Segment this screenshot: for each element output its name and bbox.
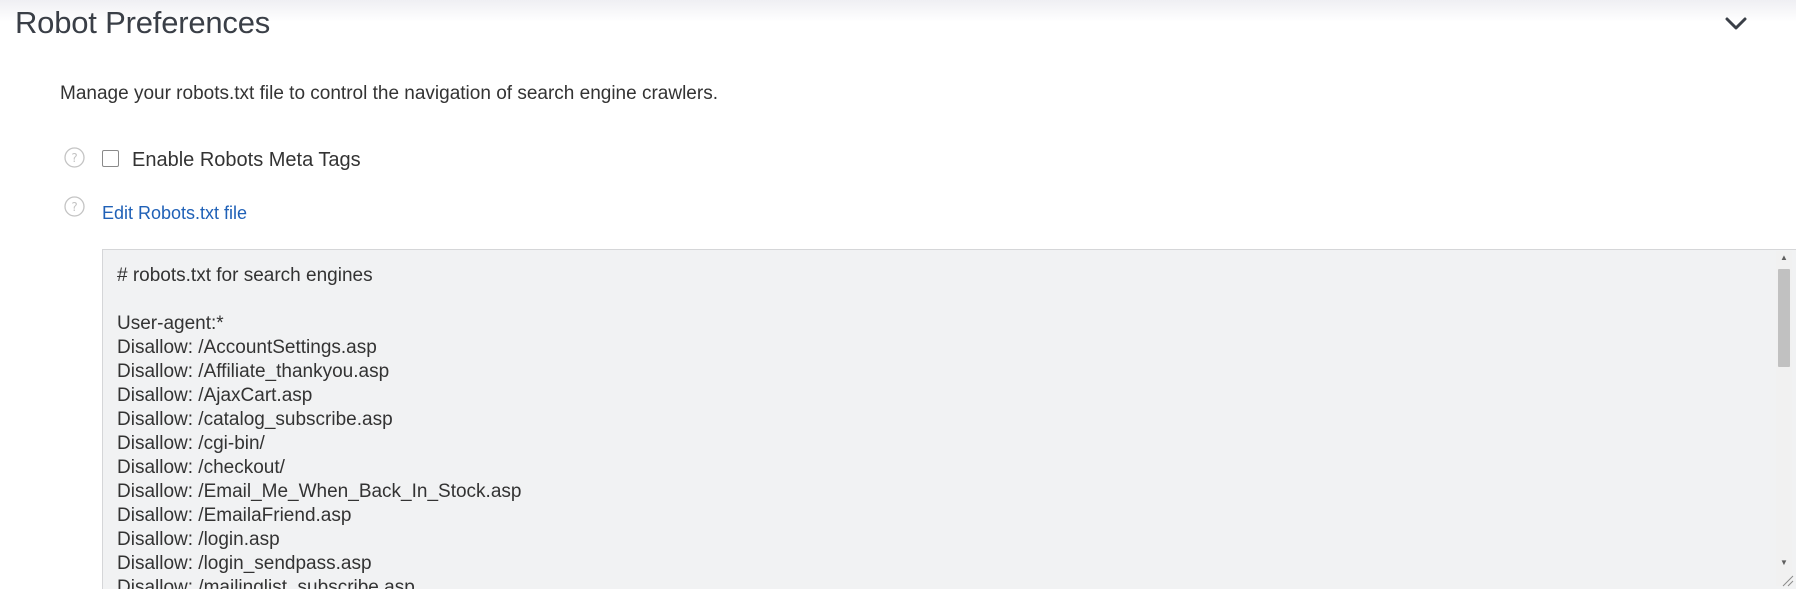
question-circle-icon[interactable]: ? xyxy=(64,147,85,168)
enable-robots-meta-checkbox[interactable] xyxy=(102,150,119,167)
collapse-toggle-button[interactable] xyxy=(1720,10,1752,38)
page-title: Robot Preferences xyxy=(15,5,271,40)
svg-text:?: ? xyxy=(71,200,77,214)
question-circle-icon[interactable]: ? xyxy=(64,196,85,217)
edit-robots-txt-link[interactable]: Edit Robots.txt file xyxy=(102,203,247,224)
scroll-up-arrow-icon[interactable]: ▲ xyxy=(1776,251,1792,265)
svg-text:?: ? xyxy=(71,151,77,165)
resize-grip-icon[interactable] xyxy=(1780,573,1794,587)
section-description: Manage your robots.txt file to control t… xyxy=(60,83,718,104)
scrollbar-thumb[interactable] xyxy=(1778,269,1790,367)
robots-txt-textarea[interactable]: # robots.txt for search engines User-age… xyxy=(102,249,1796,589)
scroll-down-arrow-icon[interactable]: ▼ xyxy=(1776,556,1792,570)
robots-txt-content[interactable]: # robots.txt for search engines User-age… xyxy=(117,264,521,589)
enable-robots-meta-label[interactable]: Enable Robots Meta Tags xyxy=(132,149,361,172)
editor-scrollbar[interactable]: ▲ ▼ xyxy=(1776,251,1792,586)
chevron-down-icon xyxy=(1725,17,1747,30)
section-header: Robot Preferences xyxy=(0,0,1796,48)
